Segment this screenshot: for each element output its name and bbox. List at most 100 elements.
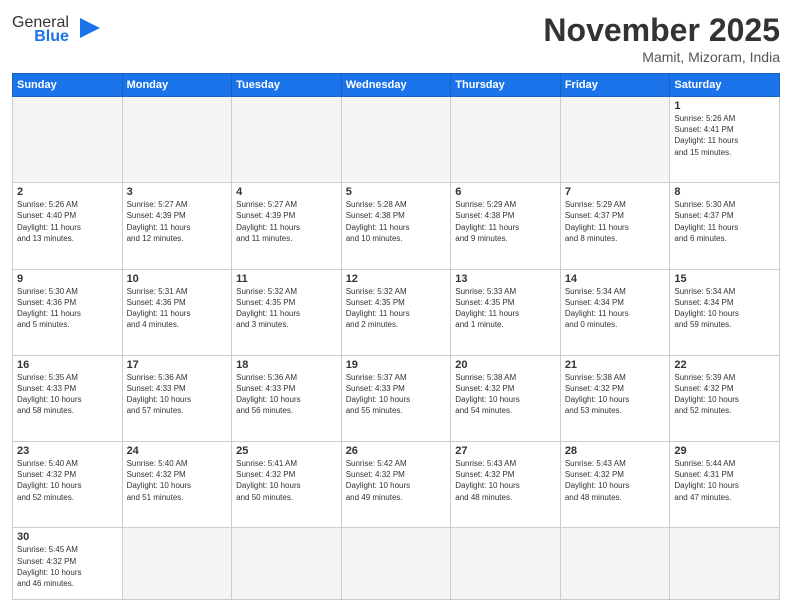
day-number: 8: [674, 186, 775, 198]
calendar-cell: [13, 97, 123, 183]
day-number: 29: [674, 445, 775, 457]
day-info: Sunrise: 5:41 AM Sunset: 4:32 PM Dayligh…: [236, 458, 337, 503]
calendar-cell: 30Sunrise: 5:45 AM Sunset: 4:32 PM Dayli…: [13, 528, 123, 600]
day-info: Sunrise: 5:38 AM Sunset: 4:32 PM Dayligh…: [455, 372, 556, 417]
calendar-cell: 14Sunrise: 5:34 AM Sunset: 4:34 PM Dayli…: [560, 269, 670, 355]
day-info: Sunrise: 5:45 AM Sunset: 4:32 PM Dayligh…: [17, 544, 118, 589]
calendar-week-1: 2Sunrise: 5:26 AM Sunset: 4:40 PM Daylig…: [13, 183, 780, 269]
day-number: 19: [346, 359, 447, 371]
calendar-cell: [232, 97, 342, 183]
day-info: Sunrise: 5:30 AM Sunset: 4:36 PM Dayligh…: [17, 286, 118, 331]
day-number: 11: [236, 273, 337, 285]
calendar-table: Sunday Monday Tuesday Wednesday Thursday…: [12, 73, 780, 600]
day-info: Sunrise: 5:38 AM Sunset: 4:32 PM Dayligh…: [565, 372, 666, 417]
calendar-cell: 21Sunrise: 5:38 AM Sunset: 4:32 PM Dayli…: [560, 355, 670, 441]
day-info: Sunrise: 5:29 AM Sunset: 4:37 PM Dayligh…: [565, 199, 666, 244]
day-info: Sunrise: 5:29 AM Sunset: 4:38 PM Dayligh…: [455, 199, 556, 244]
day-number: 1: [674, 100, 775, 112]
calendar-cell: [670, 528, 780, 600]
day-info: Sunrise: 5:42 AM Sunset: 4:32 PM Dayligh…: [346, 458, 447, 503]
calendar-cell: 20Sunrise: 5:38 AM Sunset: 4:32 PM Dayli…: [451, 355, 561, 441]
calendar-cell: 11Sunrise: 5:32 AM Sunset: 4:35 PM Dayli…: [232, 269, 342, 355]
calendar-cell: 26Sunrise: 5:42 AM Sunset: 4:32 PM Dayli…: [341, 442, 451, 528]
day-number: 13: [455, 273, 556, 285]
col-saturday: Saturday: [670, 74, 780, 97]
calendar-cell: 24Sunrise: 5:40 AM Sunset: 4:32 PM Dayli…: [122, 442, 232, 528]
calendar-cell: [122, 97, 232, 183]
calendar-week-2: 9Sunrise: 5:30 AM Sunset: 4:36 PM Daylig…: [13, 269, 780, 355]
calendar-cell: 22Sunrise: 5:39 AM Sunset: 4:32 PM Dayli…: [670, 355, 780, 441]
calendar-cell: 1Sunrise: 5:26 AM Sunset: 4:41 PM Daylig…: [670, 97, 780, 183]
calendar-cell: 18Sunrise: 5:36 AM Sunset: 4:33 PM Dayli…: [232, 355, 342, 441]
day-number: 6: [455, 186, 556, 198]
calendar-cell: 28Sunrise: 5:43 AM Sunset: 4:32 PM Dayli…: [560, 442, 670, 528]
col-monday: Monday: [122, 74, 232, 97]
calendar-cell: [560, 528, 670, 600]
day-info: Sunrise: 5:33 AM Sunset: 4:35 PM Dayligh…: [455, 286, 556, 331]
day-number: 15: [674, 273, 775, 285]
calendar-cell: [122, 528, 232, 600]
day-info: Sunrise: 5:26 AM Sunset: 4:41 PM Dayligh…: [674, 113, 775, 158]
day-info: Sunrise: 5:30 AM Sunset: 4:37 PM Dayligh…: [674, 199, 775, 244]
day-number: 3: [127, 186, 228, 198]
day-info: Sunrise: 5:34 AM Sunset: 4:34 PM Dayligh…: [565, 286, 666, 331]
calendar-week-0: 1Sunrise: 5:26 AM Sunset: 4:41 PM Daylig…: [13, 97, 780, 183]
day-info: Sunrise: 5:32 AM Sunset: 4:35 PM Dayligh…: [346, 286, 447, 331]
location: Mamit, Mizoram, India: [543, 49, 780, 65]
day-number: 4: [236, 186, 337, 198]
calendar-header-row: Sunday Monday Tuesday Wednesday Thursday…: [13, 74, 780, 97]
calendar-cell: 8Sunrise: 5:30 AM Sunset: 4:37 PM Daylig…: [670, 183, 780, 269]
day-number: 24: [127, 445, 228, 457]
day-number: 12: [346, 273, 447, 285]
day-info: Sunrise: 5:43 AM Sunset: 4:32 PM Dayligh…: [565, 458, 666, 503]
day-info: Sunrise: 5:40 AM Sunset: 4:32 PM Dayligh…: [127, 458, 228, 503]
header: General Blue November 2025 Mamit, Mizora…: [12, 12, 780, 65]
day-number: 2: [17, 186, 118, 198]
logo: General Blue: [12, 12, 104, 47]
calendar-cell: [341, 528, 451, 600]
day-number: 25: [236, 445, 337, 457]
page: General Blue November 2025 Mamit, Mizora…: [0, 0, 792, 612]
day-number: 18: [236, 359, 337, 371]
calendar-cell: 23Sunrise: 5:40 AM Sunset: 4:32 PM Dayli…: [13, 442, 123, 528]
calendar-cell: 19Sunrise: 5:37 AM Sunset: 4:33 PM Dayli…: [341, 355, 451, 441]
day-info: Sunrise: 5:43 AM Sunset: 4:32 PM Dayligh…: [455, 458, 556, 503]
calendar-week-4: 23Sunrise: 5:40 AM Sunset: 4:32 PM Dayli…: [13, 442, 780, 528]
calendar-week-3: 16Sunrise: 5:35 AM Sunset: 4:33 PM Dayli…: [13, 355, 780, 441]
day-info: Sunrise: 5:26 AM Sunset: 4:40 PM Dayligh…: [17, 199, 118, 244]
calendar-cell: 10Sunrise: 5:31 AM Sunset: 4:36 PM Dayli…: [122, 269, 232, 355]
day-number: 28: [565, 445, 666, 457]
day-number: 20: [455, 359, 556, 371]
logo-icon: [76, 14, 104, 42]
day-number: 5: [346, 186, 447, 198]
day-number: 9: [17, 273, 118, 285]
day-info: Sunrise: 5:36 AM Sunset: 4:33 PM Dayligh…: [127, 372, 228, 417]
day-info: Sunrise: 5:44 AM Sunset: 4:31 PM Dayligh…: [674, 458, 775, 503]
day-info: Sunrise: 5:32 AM Sunset: 4:35 PM Dayligh…: [236, 286, 337, 331]
day-number: 27: [455, 445, 556, 457]
day-number: 23: [17, 445, 118, 457]
calendar-cell: 15Sunrise: 5:34 AM Sunset: 4:34 PM Dayli…: [670, 269, 780, 355]
calendar-cell: 6Sunrise: 5:29 AM Sunset: 4:38 PM Daylig…: [451, 183, 561, 269]
calendar-cell: [560, 97, 670, 183]
month-title: November 2025: [543, 12, 780, 49]
col-thursday: Thursday: [451, 74, 561, 97]
calendar-cell: [341, 97, 451, 183]
calendar-cell: 2Sunrise: 5:26 AM Sunset: 4:40 PM Daylig…: [13, 183, 123, 269]
calendar-cell: 16Sunrise: 5:35 AM Sunset: 4:33 PM Dayli…: [13, 355, 123, 441]
day-number: 22: [674, 359, 775, 371]
calendar-cell: 7Sunrise: 5:29 AM Sunset: 4:37 PM Daylig…: [560, 183, 670, 269]
calendar-cell: 25Sunrise: 5:41 AM Sunset: 4:32 PM Dayli…: [232, 442, 342, 528]
calendar-cell: 17Sunrise: 5:36 AM Sunset: 4:33 PM Dayli…: [122, 355, 232, 441]
day-info: Sunrise: 5:40 AM Sunset: 4:32 PM Dayligh…: [17, 458, 118, 503]
day-number: 10: [127, 273, 228, 285]
day-info: Sunrise: 5:27 AM Sunset: 4:39 PM Dayligh…: [236, 199, 337, 244]
calendar-cell: [451, 97, 561, 183]
day-info: Sunrise: 5:34 AM Sunset: 4:34 PM Dayligh…: [674, 286, 775, 331]
calendar-cell: 9Sunrise: 5:30 AM Sunset: 4:36 PM Daylig…: [13, 269, 123, 355]
day-info: Sunrise: 5:28 AM Sunset: 4:38 PM Dayligh…: [346, 199, 447, 244]
day-info: Sunrise: 5:31 AM Sunset: 4:36 PM Dayligh…: [127, 286, 228, 331]
day-info: Sunrise: 5:36 AM Sunset: 4:33 PM Dayligh…: [236, 372, 337, 417]
day-number: 7: [565, 186, 666, 198]
day-number: 21: [565, 359, 666, 371]
